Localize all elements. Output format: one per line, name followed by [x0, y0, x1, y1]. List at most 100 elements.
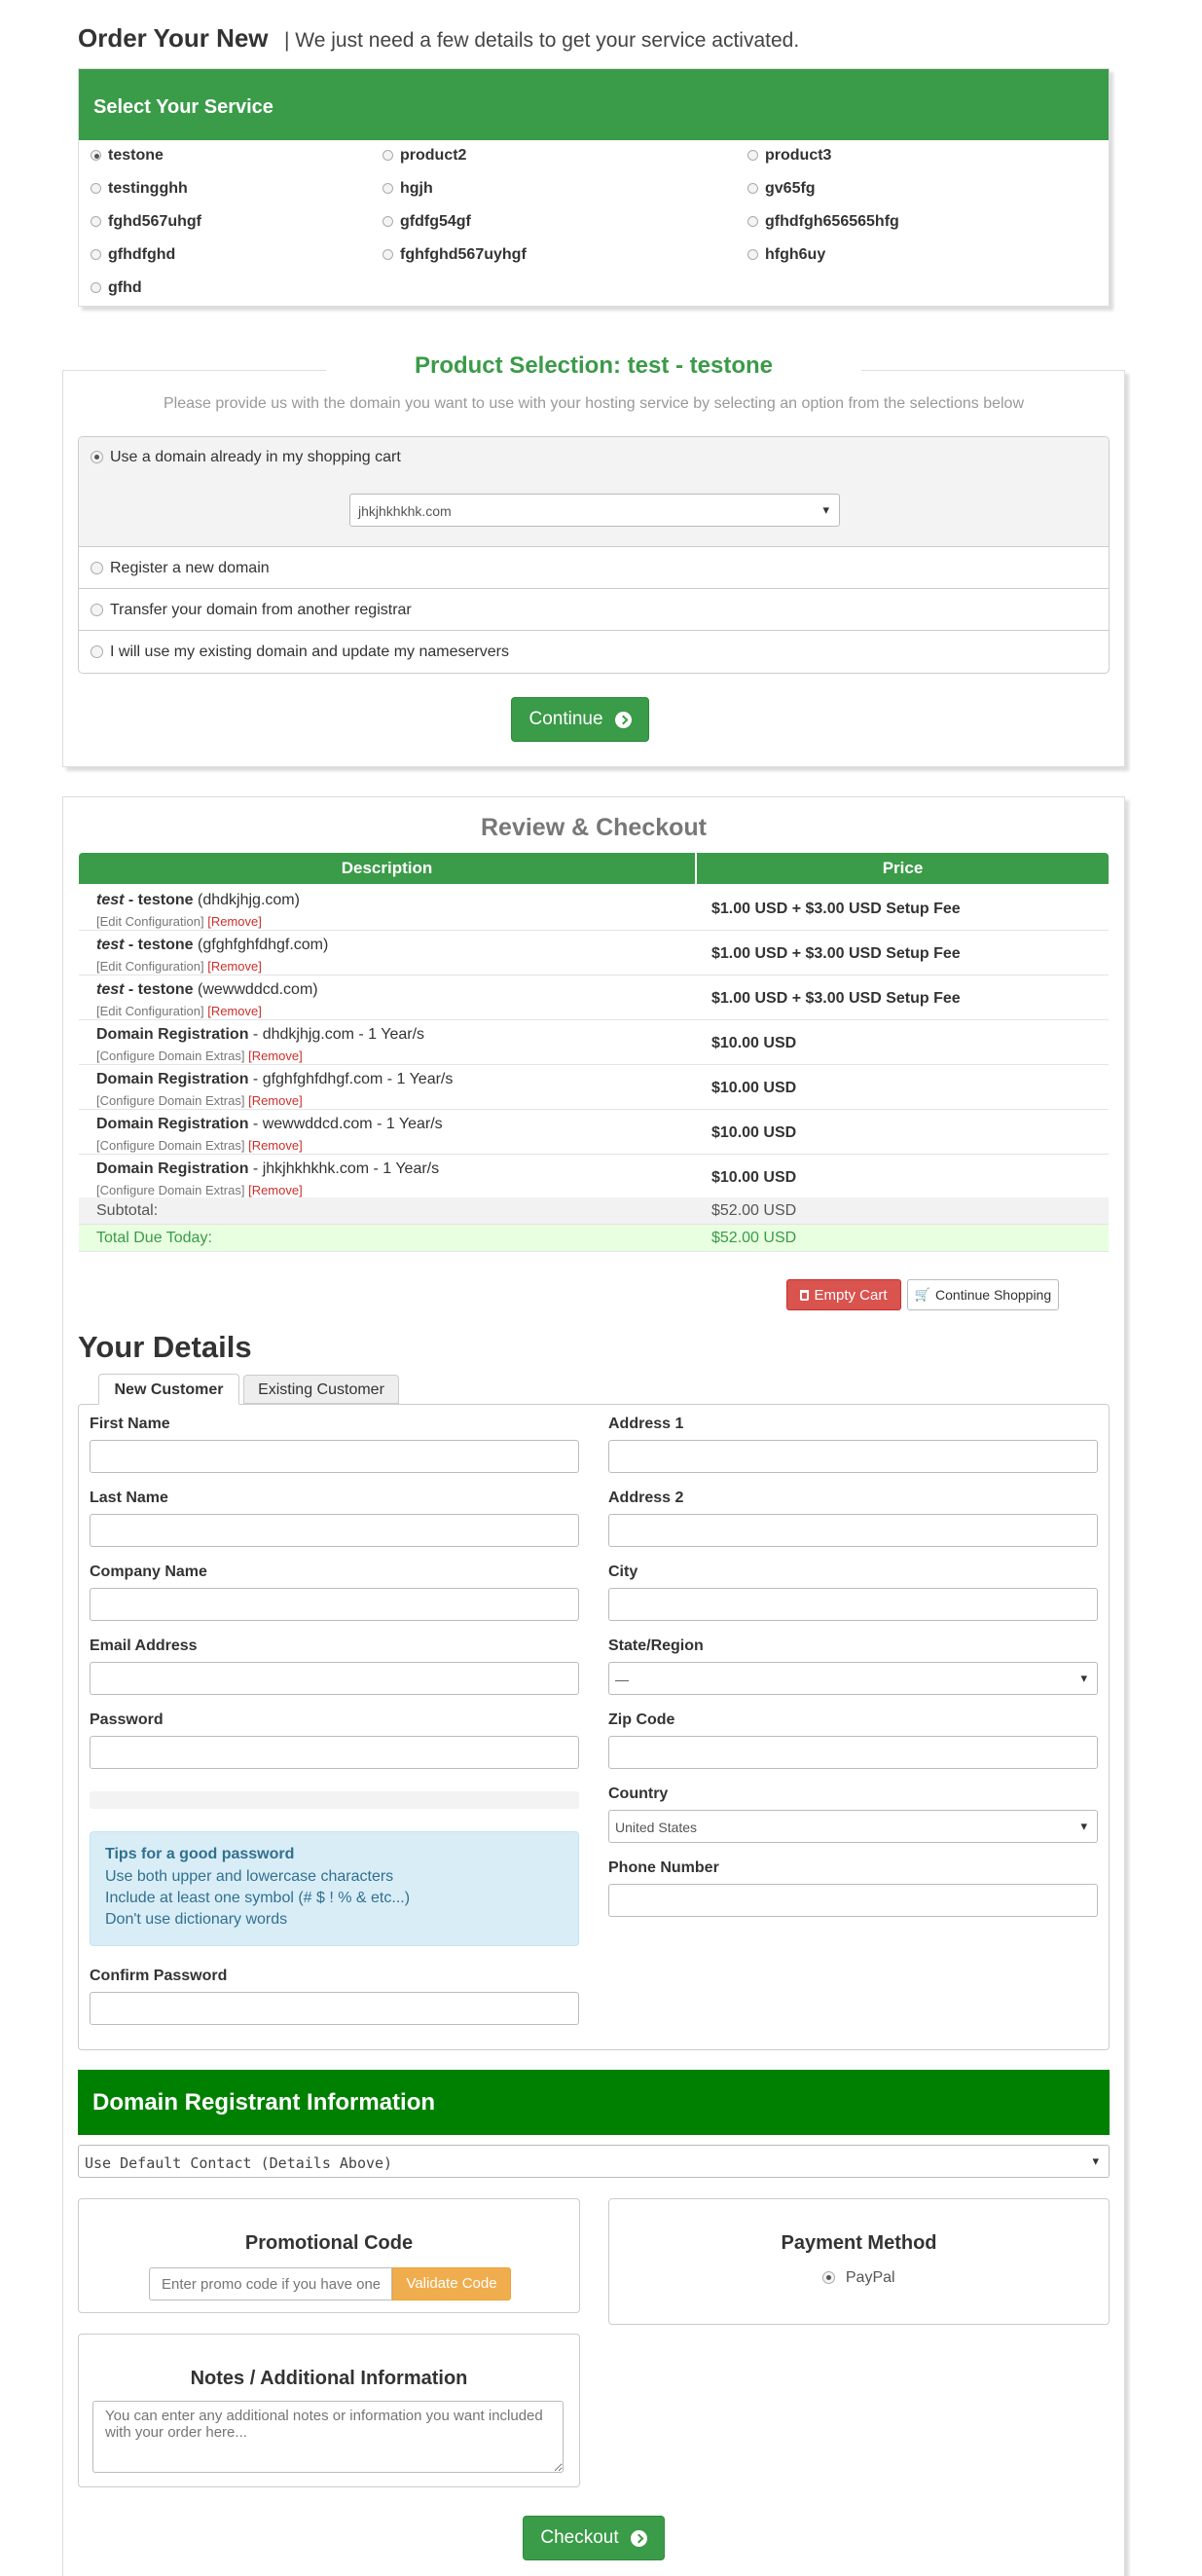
page-title: Order Your New — [78, 23, 269, 53]
row-italic: test — [96, 981, 125, 998]
service-option[interactable]: product2 — [382, 147, 466, 165]
service-radio[interactable] — [91, 183, 101, 195]
service-radio[interactable] — [747, 216, 758, 228]
payment-option-paypal[interactable]: PayPal — [609, 2269, 1109, 2287]
text-input[interactable] — [608, 1736, 1098, 1769]
text-input[interactable] — [90, 1514, 579, 1547]
text-input[interactable] — [90, 1440, 579, 1473]
confirm-password-input[interactable] — [90, 1992, 579, 2025]
service-option[interactable]: gfdfg54gf — [382, 213, 471, 231]
review-header-price: Price — [697, 853, 1109, 884]
service-option[interactable]: product3 — [747, 147, 831, 165]
validate-code-button[interactable]: Validate Code — [392, 2267, 511, 2300]
product-selection-title: Product Selection: test - testone — [326, 350, 861, 382]
service-radio[interactable] — [91, 216, 101, 228]
table-row: Domain Registration - dhdkjhjg.com - 1 Y… — [79, 1020, 1109, 1065]
text-input[interactable] — [90, 1588, 579, 1621]
service-option[interactable]: hgjh — [382, 180, 433, 198]
edit-link[interactable]: [Edit Configuration] — [96, 914, 204, 929]
remove-link[interactable]: [Remove] — [207, 914, 262, 929]
service-option[interactable]: gfhdfghd — [91, 246, 175, 264]
promo-title: Promotional Code — [244, 2232, 414, 2254]
radio-paypal[interactable] — [822, 2271, 836, 2285]
remove-link[interactable]: [Remove] — [248, 1093, 303, 1108]
text-input[interactable] — [608, 1514, 1098, 1547]
service-radio[interactable] — [382, 183, 393, 195]
service-panel-title: Select Your Service — [93, 96, 273, 118]
remove-link[interactable]: [Remove] — [248, 1183, 303, 1197]
column-description: Description — [341, 859, 433, 877]
service-option[interactable]: fghfghd567uyhgf — [382, 246, 527, 264]
service-option[interactable]: testingghh — [91, 180, 188, 198]
cart-domain-select[interactable]: jhkjhkhkhk.com — [349, 494, 840, 527]
service-radio[interactable] — [91, 150, 101, 162]
remove-link[interactable]: [Remove] — [248, 1138, 303, 1153]
subtotal-value: $52.00 USD — [711, 1202, 797, 1219]
edit-link[interactable]: [Configure Domain Extras] — [96, 1138, 244, 1153]
checkout-button[interactable]: Checkout — [523, 2516, 665, 2560]
edit-link[interactable]: [Edit Configuration] — [96, 959, 204, 974]
notes-textarea[interactable] — [92, 2401, 564, 2473]
password-tips: Tips for a good password Use both upper … — [90, 1831, 579, 1946]
service-option[interactable]: testone — [91, 147, 164, 165]
service-radio[interactable] — [91, 249, 101, 261]
text-input[interactable] — [90, 1662, 579, 1695]
text-input[interactable] — [90, 1736, 579, 1769]
select-field[interactable]: United States — [608, 1810, 1098, 1843]
row-price: $10.00 USD — [711, 1169, 797, 1186]
service-radio[interactable] — [747, 183, 758, 195]
service-radio[interactable] — [747, 249, 758, 261]
registrant-select[interactable]: Use Default Contact (Details Above) — [78, 2145, 1110, 2178]
edit-link[interactable]: [Edit Configuration] — [96, 1004, 204, 1018]
radio-register[interactable] — [91, 562, 103, 574]
row-actions: [Edit Configuration] [Remove] — [96, 1004, 262, 1018]
radio-existing[interactable] — [91, 645, 103, 658]
details-form — [78, 1404, 1110, 2050]
service-radio[interactable] — [91, 282, 101, 294]
total-label: Total Due Today: — [96, 1230, 212, 1246]
table-row: Domain Registration - gfghfghfdhgf.com -… — [79, 1065, 1109, 1110]
continue-button[interactable]: Continue — [511, 697, 649, 742]
text-input[interactable] — [608, 1884, 1098, 1917]
edit-link[interactable]: [Configure Domain Extras] — [96, 1049, 244, 1063]
text-input[interactable] — [608, 1588, 1098, 1621]
tab-new-customer[interactable]: New Customer — [98, 1374, 239, 1405]
service-option[interactable]: gfhd — [91, 279, 142, 297]
select-field[interactable]: — — [608, 1662, 1098, 1695]
service-radio[interactable] — [382, 150, 393, 162]
empty-cart-button[interactable]: Empty Cart — [786, 1279, 901, 1310]
service-option[interactable]: hfgh6uy — [747, 246, 825, 264]
remove-link[interactable]: [Remove] — [207, 959, 262, 974]
row-description: Domain Registration - wewwddcd.com - 1 Y… — [96, 1116, 443, 1133]
row-description: Domain Registration - jhkjhkhkhk.com - 1… — [96, 1160, 439, 1178]
domain-option-register[interactable]: Register a new domain — [79, 547, 1109, 589]
service-radio[interactable] — [747, 150, 758, 162]
domain-option-transfer[interactable]: Transfer your domain from another regist… — [79, 589, 1109, 631]
edit-link[interactable]: [Configure Domain Extras] — [96, 1183, 244, 1197]
radio-cart[interactable] — [91, 451, 103, 463]
service-option[interactable]: gv65fg — [747, 180, 816, 198]
row-rest: - dhdkjhjg.com - 1 Year/s — [248, 1026, 425, 1043]
service-option[interactable]: gfhdfgh656565hfg — [747, 213, 899, 231]
row-rest: (dhdkjhjg.com) — [193, 892, 300, 908]
service-radio[interactable] — [382, 249, 393, 261]
service-option[interactable]: fghd567uhgf — [91, 213, 201, 231]
service-radio[interactable] — [382, 216, 393, 228]
row-bold: Domain Registration — [96, 1116, 249, 1132]
remove-link[interactable]: [Remove] — [207, 1004, 262, 1018]
text-input[interactable] — [608, 1440, 1098, 1473]
field-label: Address 2 — [608, 1490, 684, 1506]
tab-existing-customer[interactable]: Existing Customer — [243, 1375, 399, 1404]
domain-option-label: Register a new domain — [110, 560, 270, 576]
domain-options: Use a domain already in my shopping cart… — [78, 436, 1110, 674]
remove-link[interactable]: [Remove] — [248, 1049, 303, 1063]
continue-shopping-button[interactable]: 🛒 Continue Shopping — [907, 1279, 1059, 1310]
trash-icon — [800, 1289, 810, 1301]
radio-transfer[interactable] — [91, 604, 103, 616]
promo-code-input[interactable] — [149, 2267, 392, 2300]
edit-link[interactable]: [Configure Domain Extras] — [96, 1093, 244, 1108]
domain-option-existing[interactable]: I will use my existing domain and update… — [79, 631, 1109, 673]
validate-code-label: Validate Code — [406, 2275, 497, 2292]
page-subtitle: | We just need a few details to get your… — [284, 29, 800, 52]
domain-option-cart[interactable]: Use a domain already in my shopping cart… — [79, 437, 1109, 547]
